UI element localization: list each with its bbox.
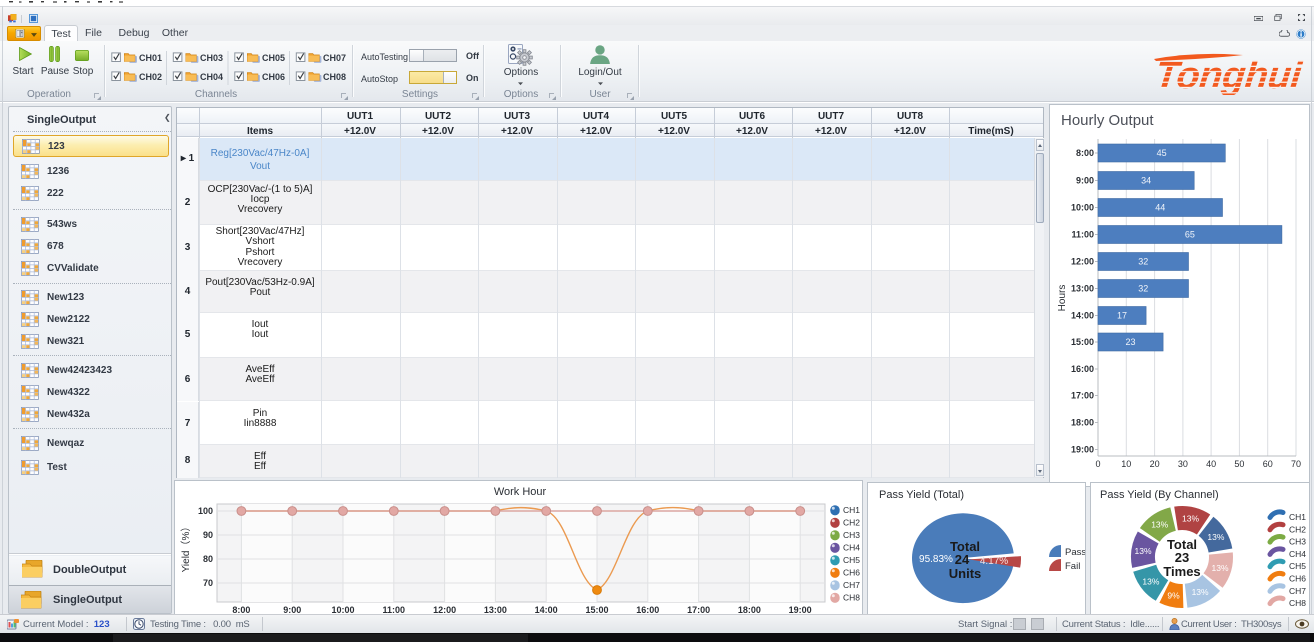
svg-text:10: 10 (1121, 459, 1131, 469)
svg-text:CH1: CH1 (843, 505, 860, 515)
svg-text:34: 34 (1141, 176, 1151, 186)
svg-text:9:00: 9:00 (1076, 176, 1094, 186)
svg-text:CH4: CH4 (843, 543, 860, 553)
svg-text:60: 60 (1263, 459, 1273, 469)
svg-text:13%: 13% (1182, 513, 1199, 523)
svg-text:70: 70 (1291, 459, 1301, 469)
svg-text:Tonghui: Tonghui (1153, 55, 1305, 95)
svg-text:CH3: CH3 (1289, 537, 1306, 547)
svg-text:16:00: 16:00 (1071, 364, 1094, 374)
svg-text:15:00: 15:00 (1071, 337, 1094, 347)
svg-text:18:00: 18:00 (1071, 418, 1094, 428)
svg-text:CH6: CH6 (843, 568, 860, 578)
svg-text:CH5: CH5 (843, 555, 860, 565)
svg-text:0: 0 (1095, 459, 1100, 469)
svg-text:23: 23 (1175, 550, 1189, 565)
svg-text:100: 100 (198, 506, 213, 516)
svg-text:CH6: CH6 (1289, 574, 1306, 584)
svg-text:9%: 9% (1167, 591, 1180, 601)
svg-text:70: 70 (203, 578, 213, 588)
svg-text:CH8: CH8 (1289, 598, 1306, 608)
svg-text:13%: 13% (1207, 532, 1224, 542)
svg-text:Yield（%）: Yield（%） (180, 522, 192, 573)
svg-text:19:00: 19:00 (1071, 445, 1094, 455)
svg-text:45: 45 (1157, 148, 1167, 158)
svg-text:10:00: 10:00 (1071, 203, 1094, 213)
svg-text:Units: Units (949, 566, 982, 581)
svg-text:32: 32 (1138, 257, 1148, 267)
svg-text:30: 30 (1178, 459, 1188, 469)
svg-text:80: 80 (203, 554, 213, 564)
svg-text:Times: Times (1163, 564, 1200, 579)
svg-text:CH2: CH2 (843, 518, 860, 528)
svg-text:4.17%: 4.17% (980, 556, 1008, 567)
svg-text:CH4: CH4 (1289, 549, 1306, 559)
svg-text:Pass: Pass (1065, 547, 1085, 558)
svg-text:12:00: 12:00 (1071, 257, 1094, 267)
svg-text:CH3: CH3 (843, 530, 860, 540)
svg-text:CH5: CH5 (1289, 561, 1306, 571)
svg-text:23: 23 (1125, 337, 1135, 347)
svg-text:14:00: 14:00 (1071, 311, 1094, 321)
svg-text:50: 50 (1234, 459, 1244, 469)
svg-text:95.83%: 95.83% (919, 554, 953, 565)
svg-text:11:00: 11:00 (1071, 230, 1094, 240)
svg-text:17: 17 (1117, 311, 1127, 321)
svg-text:44: 44 (1155, 203, 1165, 213)
svg-text:13:00: 13:00 (1071, 284, 1094, 294)
svg-text:8:00: 8:00 (1076, 148, 1094, 158)
svg-text:13%: 13% (1134, 546, 1151, 556)
svg-text:13%: 13% (1211, 563, 1228, 573)
svg-text:13%: 13% (1192, 587, 1209, 597)
svg-text:Fail: Fail (1065, 561, 1080, 572)
svg-text:13%: 13% (1151, 519, 1168, 529)
svg-text:CH7: CH7 (1289, 586, 1306, 596)
svg-text:13%: 13% (1142, 576, 1159, 586)
svg-text:32: 32 (1138, 284, 1148, 294)
svg-text:17:00: 17:00 (1071, 391, 1094, 401)
svg-text:CH2: CH2 (1289, 524, 1306, 534)
svg-text:CH8: CH8 (843, 593, 860, 603)
svg-text:24: 24 (955, 552, 970, 567)
svg-text:CH7: CH7 (843, 580, 860, 590)
svg-text:65: 65 (1185, 230, 1195, 240)
svg-text:40: 40 (1206, 459, 1216, 469)
svg-text:CH1: CH1 (1289, 512, 1306, 522)
svg-text:90: 90 (203, 530, 213, 540)
svg-text:20: 20 (1150, 459, 1160, 469)
svg-text:Hours: Hours (1057, 285, 1068, 312)
